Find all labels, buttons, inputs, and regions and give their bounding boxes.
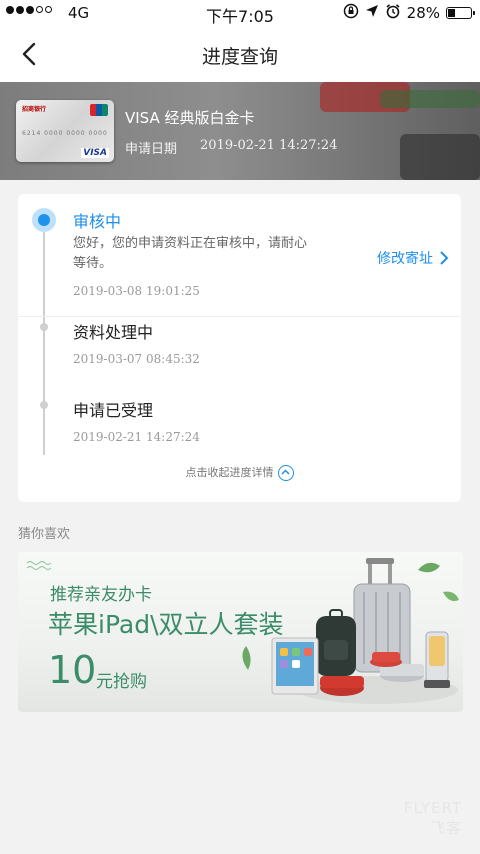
collapse-details-label: 点击收起进度详情 (185, 466, 274, 479)
timeline-dot (40, 323, 48, 331)
step-title-processing: 资料处理中 (73, 323, 154, 342)
promo-price: 10 (48, 648, 97, 692)
timeline-dot (40, 401, 48, 409)
watermark: FLYERT 飞客 (404, 799, 462, 838)
apply-date-value: 2019-02-21 14:27:24 (200, 138, 338, 153)
credit-card-image: 招商银行 6214 0000 0000 0000 VISA (16, 100, 114, 162)
step-divider (18, 316, 461, 317)
progress-timeline-card: 审核中 您好，您的申请资料正在审核中，请耐心等待。 修改寄址 2019-03-0… (18, 194, 461, 502)
card-product-name: VISA 经典版白金卡 (125, 109, 255, 127)
step-desc-reviewing: 您好，您的申请资料正在审核中，请耐心等待。 (73, 236, 308, 271)
step-time-accepted: 2019-02-21 14:27:24 (73, 430, 200, 444)
card-number: 6214 0000 0000 0000 (22, 130, 108, 137)
timeline-current-dot (32, 208, 56, 232)
step-time-processing: 2019-03-07 08:45:32 (73, 352, 200, 366)
card-info-banner: 招商银行 6214 0000 0000 0000 VISA VISA 经典版白金… (0, 82, 480, 180)
apply-date-label: 申请日期 (125, 142, 178, 157)
rotation-lock-icon (343, 3, 359, 23)
battery-icon (446, 7, 475, 19)
wave-decoration-icon (26, 560, 52, 571)
alarm-icon (385, 3, 401, 23)
watermark-zh: 飞客 (429, 819, 462, 837)
product-collage-image (242, 558, 459, 704)
nav-bar: 进度查询 (0, 28, 480, 82)
collapse-details-button[interactable]: 点击收起进度详情 (18, 464, 461, 481)
battery-percent: 28% (406, 4, 440, 22)
bank-name: 招商银行 (22, 106, 47, 113)
promo-line1: 推荐亲友办卡 (50, 585, 152, 605)
status-bar: 4G 下午7:05 28% (0, 0, 480, 28)
timeline-line (43, 222, 45, 455)
watermark-en: FLYERT (403, 799, 462, 817)
chevron-right-icon (440, 251, 449, 265)
section-title-recommend: 猜你喜欢 (18, 527, 71, 542)
step-title-reviewing: 审核中 (73, 212, 122, 231)
chevron-up-icon (277, 465, 294, 481)
unionpay-logo (90, 104, 108, 116)
promo-price-unit: 元抢购 (96, 672, 147, 692)
page-title: 进度查询 (201, 46, 278, 68)
step-time-reviewing: 2019-03-08 19:01:25 (73, 284, 200, 298)
step-title-accepted: 申请已受理 (73, 401, 154, 420)
modify-address-label: 修改寄址 (377, 251, 433, 267)
location-icon (365, 4, 379, 22)
promo-banner[interactable]: 推荐亲友办卡 苹果iPad\双立人套装 10 元抢购 (18, 552, 463, 712)
visa-logo: VISA (81, 148, 109, 158)
modify-address-link[interactable]: 修改寄址 (377, 248, 449, 268)
